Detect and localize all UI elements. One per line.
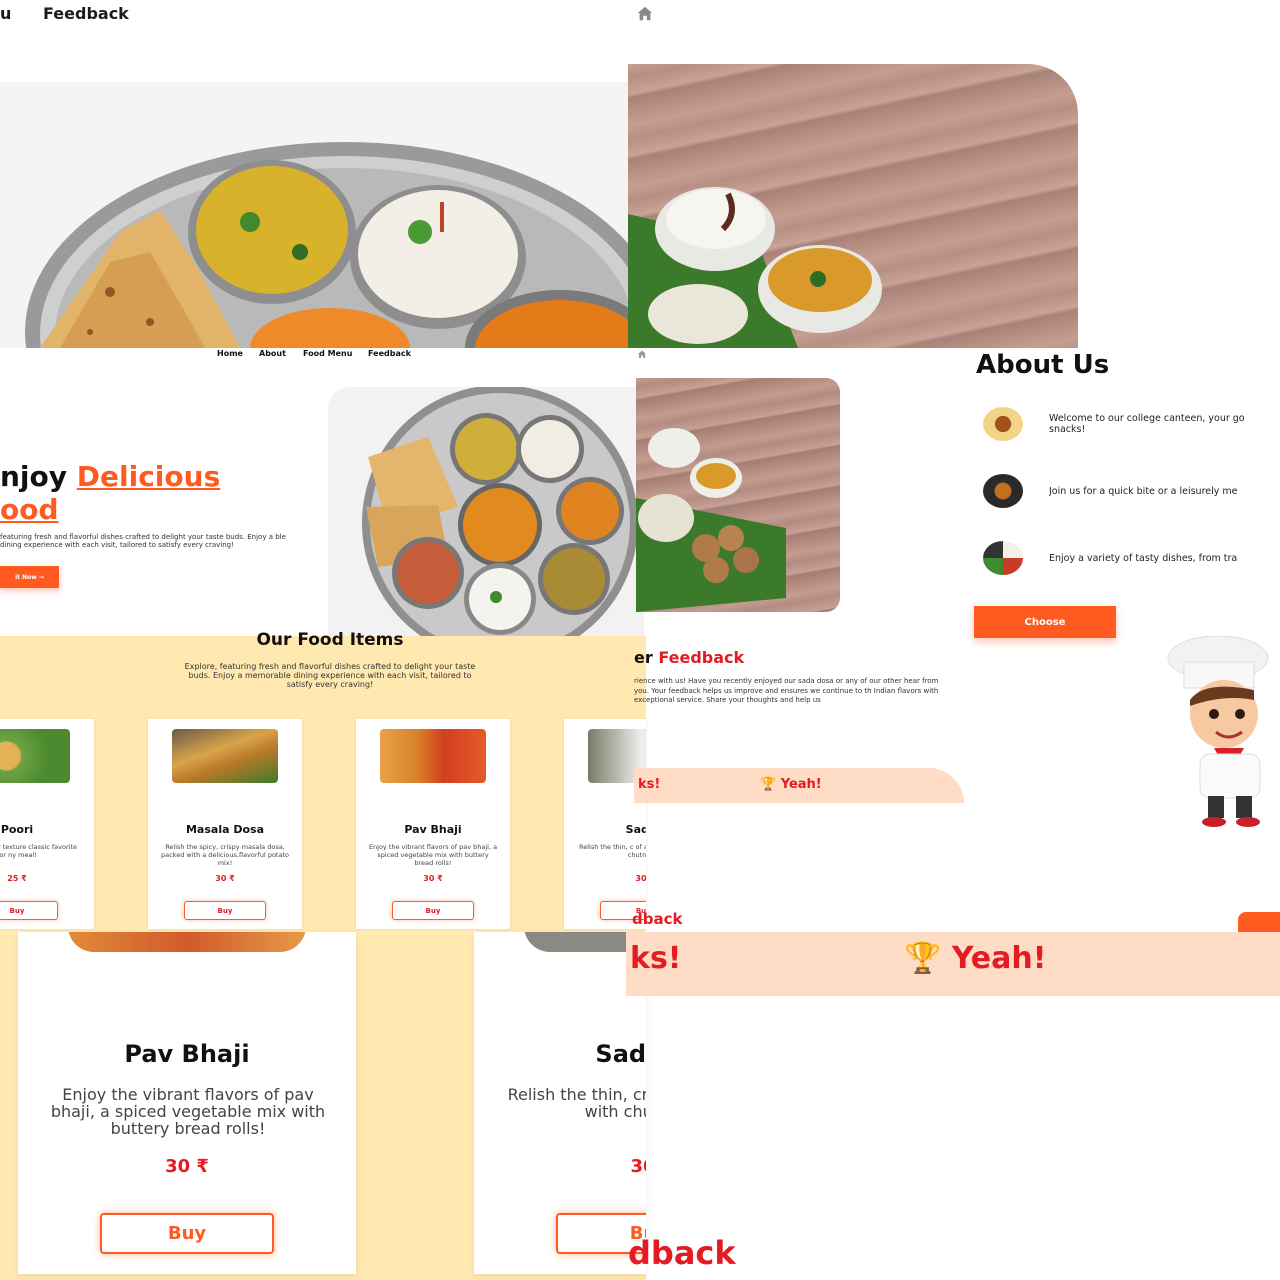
buy-button[interactable]: Buy — [100, 1213, 274, 1254]
pav-bhaji-image — [68, 932, 306, 952]
masala-dosa-image — [172, 729, 278, 783]
nav-item-feedback[interactable]: Feedback — [43, 4, 129, 23]
feedback-heading-small: dback — [632, 910, 683, 928]
feedback-yeah-label: Yeah! — [951, 941, 1047, 976]
about-item: Welcome to our college canteen, your go … — [983, 407, 1280, 441]
orange-tab-button[interactable] — [1238, 912, 1280, 932]
food-card-masala-dosa: Masala Dosa Relish the spicy, crispy mas… — [148, 719, 302, 929]
food-card-description: Relish the thin, c of a perfectly m with… — [578, 843, 646, 859]
food-card-name: Sada — [625, 823, 646, 836]
plate-icon — [983, 541, 1023, 575]
nav-item-feedback-small[interactable]: Feedback — [368, 349, 411, 358]
feedback-description: rience with us! Have you recently enjoye… — [634, 677, 939, 704]
poori-image — [0, 729, 70, 783]
thali-icon — [983, 407, 1023, 441]
thali-image — [328, 387, 644, 637]
food-items-description: Explore, featuring fresh and flavorful d… — [184, 662, 476, 689]
feedback-thanks-text-large: ks! — [630, 941, 682, 976]
feedback-title-prefix: er — [634, 648, 653, 667]
hero-heading-highlight-2: ood — [0, 493, 59, 526]
about-item: Enjoy a variety of tasty dishes, from tr… — [983, 541, 1280, 575]
thali-hero-image — [0, 82, 640, 348]
choose-button[interactable]: Choose — [974, 606, 1116, 638]
buy-button[interactable]: Buy — [184, 901, 266, 920]
trophy-icon: 🏆 — [904, 941, 942, 976]
feedback-yeah-label: Yeah! — [780, 777, 822, 792]
about-item: Join us for a quick bite or a leisurely … — [983, 474, 1280, 508]
feedback-yeah[interactable]: 🏆 Yeah! — [760, 777, 822, 792]
food-bowl-icon — [983, 474, 1023, 508]
food-card-name: Pav Bhaji — [404, 823, 462, 836]
food-card-name: Poori — [0, 823, 34, 836]
about-item-text: Enjoy a variety of tasty dishes, from tr… — [1049, 552, 1238, 564]
home-icon[interactable] — [636, 4, 654, 22]
feedback-title-word: Feedback — [658, 648, 745, 667]
food-card-name: Pav Bhaji — [124, 1040, 250, 1068]
about-item-text: Welcome to our college canteen, your go … — [1049, 413, 1245, 435]
trophy-icon: 🏆 — [760, 777, 777, 792]
food-card-pav-bhaji-large: Pav Bhaji Enjoy the vibrant flavors of p… — [18, 932, 356, 1274]
about-item-text: Join us for a quick bite or a leisurely … — [1049, 485, 1238, 497]
food-card-pav-bhaji: Pav Bhaji Enjoy the vibrant flavors of p… — [356, 719, 510, 929]
chef-illustration — [1167, 636, 1269, 827]
visit-now-button[interactable]: it Now → — [0, 566, 59, 588]
hero-heading-line1: njoy Delicious — [0, 460, 220, 493]
hero-description: featuring fresh and flavorful dishes cra… — [0, 533, 286, 549]
nav-item-menu-cut[interactable]: u — [0, 4, 11, 23]
hero-heading-prefix: njoy — [0, 460, 68, 493]
home-icon[interactable] — [637, 349, 647, 359]
buy-button[interactable]: Buy — [0, 901, 58, 920]
hero-heading-line2: ood — [0, 493, 59, 526]
pav-bhaji-image — [380, 729, 486, 783]
south-indian-dishes-photo — [628, 64, 1078, 348]
south-indian-dishes-photo-small — [636, 378, 840, 612]
feedback-yeah-large[interactable]: 🏆 Yeah! — [904, 941, 1046, 976]
food-card-description: Enjoy the vibrant flavors of pav bhaji, … — [368, 843, 498, 867]
food-card-price: 25 ₹ — [7, 874, 27, 883]
about-us-title: About Us — [976, 350, 1110, 380]
buy-button[interactable]: Buy — [392, 901, 474, 920]
food-card-name: Masala Dosa — [185, 823, 265, 836]
food-items-title: Our Food Items — [256, 630, 404, 650]
feedback-title: er Feedback — [634, 648, 744, 667]
food-card-price: 30 — [630, 1156, 646, 1177]
food-card-sada-dosa-large: Sada D Relish the thin, cr of a perfectl… — [474, 932, 646, 1274]
food-card-description: ght and fluffy texture classic favorite … — [0, 843, 77, 859]
food-card-price: 30 ₹ — [423, 874, 443, 883]
food-card-price: 30 ₹ — [215, 874, 235, 883]
food-card-description: Relish the spicy, crispy masala dosa, pa… — [161, 843, 289, 867]
nav-item-food-menu[interactable]: Food Menu — [303, 349, 352, 358]
feedback-heading-large: dback — [628, 1234, 736, 1272]
food-card-description: Relish the thin, cr of a perfectly m wit… — [507, 1085, 646, 1121]
hero-heading-highlight: Delicious — [76, 460, 221, 493]
nav-item-about[interactable]: About — [259, 349, 286, 358]
food-card-poori: Poori ght and fluffy texture classic fav… — [0, 719, 94, 929]
feedback-thanks-text: ks! — [638, 777, 661, 792]
food-card-price: 30 — [635, 874, 646, 883]
food-card-name: Sada D — [595, 1040, 646, 1068]
food-card-sada-dosa: Sada Relish the thin, c of a perfectly m… — [564, 719, 646, 929]
food-card-description: Enjoy the vibrant flavors of pav bhaji, … — [50, 1085, 326, 1138]
food-card-price: 30 ₹ — [165, 1156, 209, 1177]
nav-item-home[interactable]: Home — [217, 349, 243, 358]
